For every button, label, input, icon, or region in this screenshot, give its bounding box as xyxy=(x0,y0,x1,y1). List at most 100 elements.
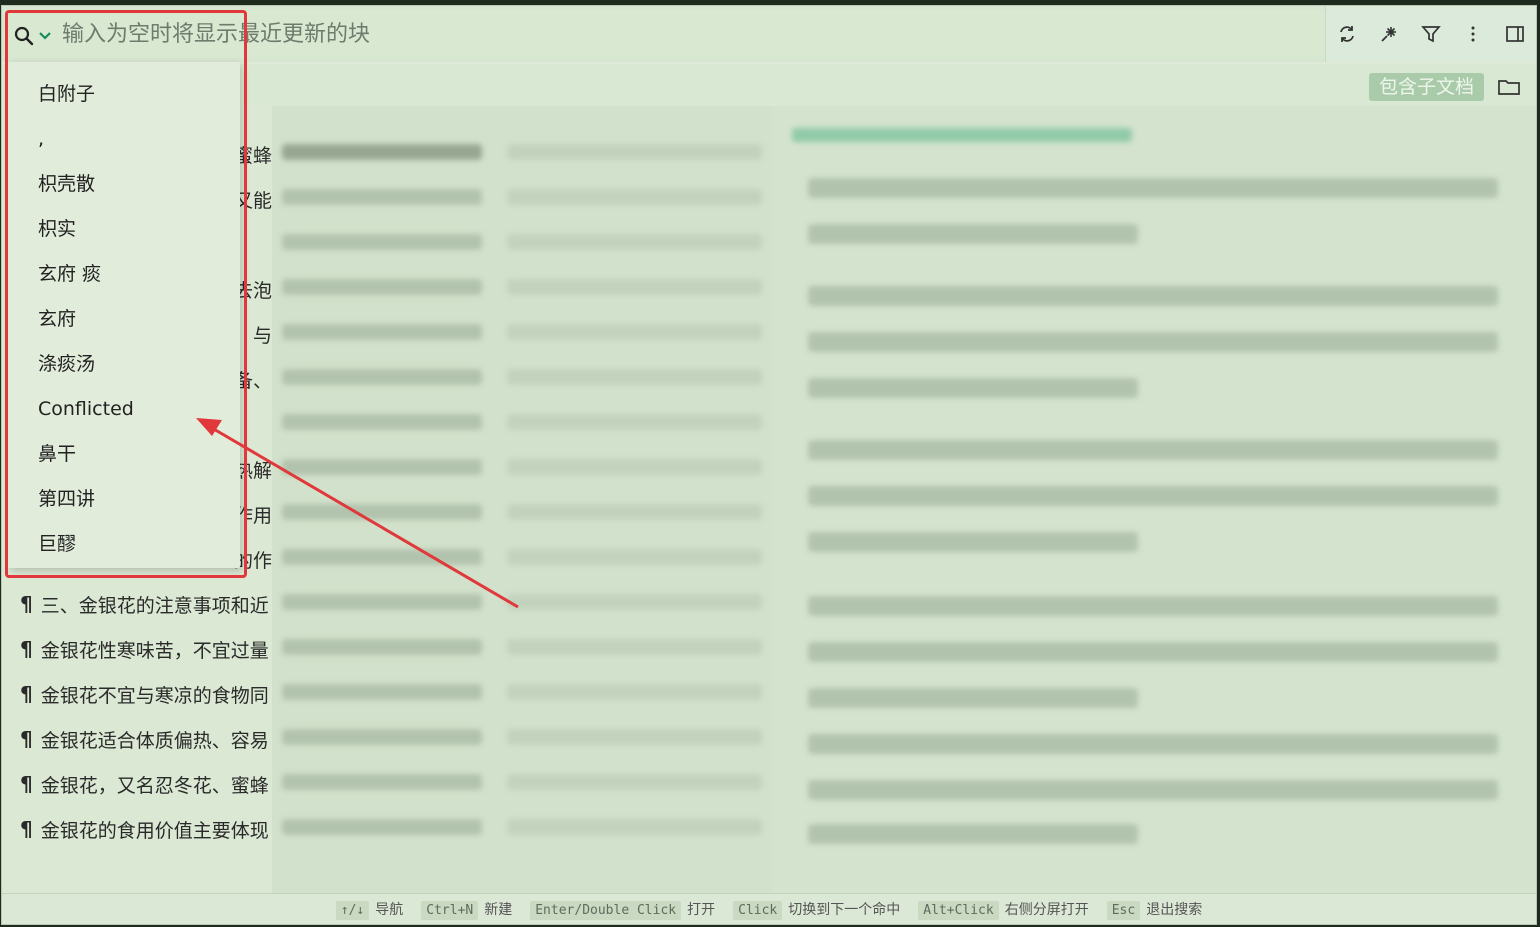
dropdown-item[interactable]: 枳实 xyxy=(38,215,76,243)
result-row-text: 金银花性寒味苦，不宜过量 xyxy=(40,639,269,662)
blurred-text-bar xyxy=(282,234,482,250)
panel-layout-icon xyxy=(1506,26,1524,42)
blurred-text-bar xyxy=(507,234,762,250)
blurred-paragraph-line xyxy=(808,224,1138,244)
more-vertical-icon xyxy=(1471,26,1475,42)
blurred-text-bar xyxy=(507,819,762,835)
search-history-dropdown: 白附子, 枳壳散枳实玄府 痰玄府涤痰汤 Conflicted 鼻干第四讲巨醪 xyxy=(8,62,240,568)
shortcut-hint: ↑/↓ 导航 xyxy=(335,899,404,920)
shortcut-key: Enter/Double Click xyxy=(530,901,682,920)
blurred-text-bar xyxy=(282,279,482,295)
blurred-text-bar xyxy=(507,549,762,565)
blurred-text-bar xyxy=(282,189,482,205)
blurred-paragraph-line xyxy=(808,596,1498,616)
blurred-text-bar xyxy=(507,594,762,610)
blurred-text-bar xyxy=(507,774,762,790)
dropdown-item[interactable]: Conflicted xyxy=(38,395,134,423)
shortcut-hint: Alt+Click 右侧分屏打开 xyxy=(918,899,1089,920)
blurred-text-bar xyxy=(507,414,762,430)
shortcut-key: Click xyxy=(733,901,783,920)
filter-icon xyxy=(1421,26,1441,43)
blurred-text-bar xyxy=(282,549,482,565)
dropdown-item[interactable]: 巨醪 xyxy=(38,530,76,558)
search-icon[interactable] xyxy=(14,26,34,46)
shortcut-key: ↑/↓ xyxy=(335,901,370,920)
blurred-text-bar xyxy=(282,774,482,790)
more-button[interactable] xyxy=(1460,21,1486,47)
layout-button[interactable] xyxy=(1502,21,1528,47)
shortcut-hint: Click 切换到下一个命中 xyxy=(733,899,900,920)
blurred-paragraph-line xyxy=(808,178,1498,198)
result-row[interactable]: ¶ 金银花，又名忍冬花、蜜蜂 xyxy=(20,769,272,799)
blurred-text-bar xyxy=(282,594,482,610)
blurred-text-bar xyxy=(507,324,762,340)
folder-icon[interactable] xyxy=(1498,78,1520,96)
blurred-text-bar xyxy=(507,279,762,295)
paragraph-icon: ¶ xyxy=(20,772,33,796)
blurred-text-bar xyxy=(282,324,482,340)
result-row[interactable]: ¶ 金银花的食用价值主要体现 xyxy=(20,814,272,844)
preview-panel-blurred xyxy=(772,106,1536,894)
dropdown-item[interactable]: 玄府 痰 xyxy=(38,260,101,288)
blurred-text-bar xyxy=(507,189,762,205)
dropdown-item[interactable]: 白附子 xyxy=(38,80,95,108)
result-row-text: 三、金银花的注意事项和近 xyxy=(40,594,269,617)
blurred-text-bar xyxy=(282,639,482,655)
paragraph-icon: ¶ xyxy=(20,637,33,661)
shortcut-label: 打开 xyxy=(687,902,716,918)
result-row[interactable]: ¶ 金银花不宜与寒凉的食物同 xyxy=(20,679,272,709)
shortcut-key: Ctrl+N xyxy=(421,901,479,920)
dropdown-item[interactable]: 鼻干 xyxy=(38,440,76,468)
shortcut-hint: Enter/Double Click 打开 xyxy=(530,899,716,920)
blurred-text-bar xyxy=(507,504,762,520)
blurred-text-bar xyxy=(282,459,482,475)
blurred-text-bar xyxy=(282,684,482,700)
blurred-paragraph-line xyxy=(808,286,1498,306)
search-toolbar xyxy=(1325,6,1536,62)
paragraph-icon: ¶ xyxy=(20,592,33,616)
shortcut-key: Esc xyxy=(1106,901,1141,920)
refresh-button[interactable] xyxy=(1334,21,1360,47)
chevron-down-icon[interactable] xyxy=(38,31,52,41)
refresh-icon xyxy=(1340,26,1354,42)
paragraph-icon: ¶ xyxy=(20,727,33,751)
blurred-paragraph-line xyxy=(808,824,1138,844)
dropdown-item[interactable]: , xyxy=(38,125,44,153)
blurred-paragraph-line xyxy=(808,378,1138,398)
filter-button[interactable] xyxy=(1418,21,1444,47)
blurred-text-bar xyxy=(282,729,482,745)
dropdown-item[interactable]: 玄府 xyxy=(38,305,76,333)
results-list-blurred xyxy=(272,106,772,894)
include-children-button[interactable]: 包含子文档 xyxy=(1368,73,1484,101)
blurred-paragraph-line xyxy=(808,440,1498,460)
blurred-text-bar xyxy=(507,729,762,745)
result-row[interactable]: ¶ 金银花适合体质偏热、容易 xyxy=(20,724,272,754)
shortcut-label: 导航 xyxy=(375,902,404,918)
dropdown-item[interactable]: 涤痰汤 xyxy=(38,350,95,378)
blurred-text-bar xyxy=(282,369,482,385)
blurred-text-bar xyxy=(507,639,762,655)
blurred-paragraph-line xyxy=(808,332,1498,352)
statusbar: ↑/↓ 导航 Ctrl+N 新建 Enter/Double Click 打开 Click 切换… xyxy=(2,893,1536,924)
blurred-paragraph-line xyxy=(808,688,1138,708)
result-row[interactable]: ¶ 金银花性寒味苦，不宜过量 xyxy=(20,634,272,664)
search-box[interactable] xyxy=(6,10,1326,58)
blurred-text-bar xyxy=(507,459,762,475)
sparkle-button[interactable] xyxy=(1376,21,1402,47)
result-row-text: 金银花的食用价值主要体现 xyxy=(40,819,269,842)
result-row[interactable]: ¶ 三、金银花的注意事项和近 xyxy=(20,589,272,619)
dropdown-item[interactable]: 枳壳散 xyxy=(38,170,95,198)
sparkle-icon xyxy=(1381,27,1396,42)
result-row-text: 金银花适合体质偏热、容易 xyxy=(40,729,269,752)
blurred-text-bar xyxy=(282,504,482,520)
shortcut-label: 退出搜索 xyxy=(1146,902,1203,918)
blurred-text-bar xyxy=(282,414,482,430)
search-input[interactable] xyxy=(60,18,1314,50)
blurred-text-bar xyxy=(282,819,482,835)
blurred-text-bar xyxy=(507,369,762,385)
blurred-text-bar xyxy=(507,684,762,700)
blurred-breadcrumb xyxy=(792,128,1132,142)
blurred-paragraph-line xyxy=(808,486,1498,506)
dropdown-item[interactable]: 第四讲 xyxy=(38,485,95,513)
shortcut-label: 右侧分屏打开 xyxy=(1004,902,1089,918)
